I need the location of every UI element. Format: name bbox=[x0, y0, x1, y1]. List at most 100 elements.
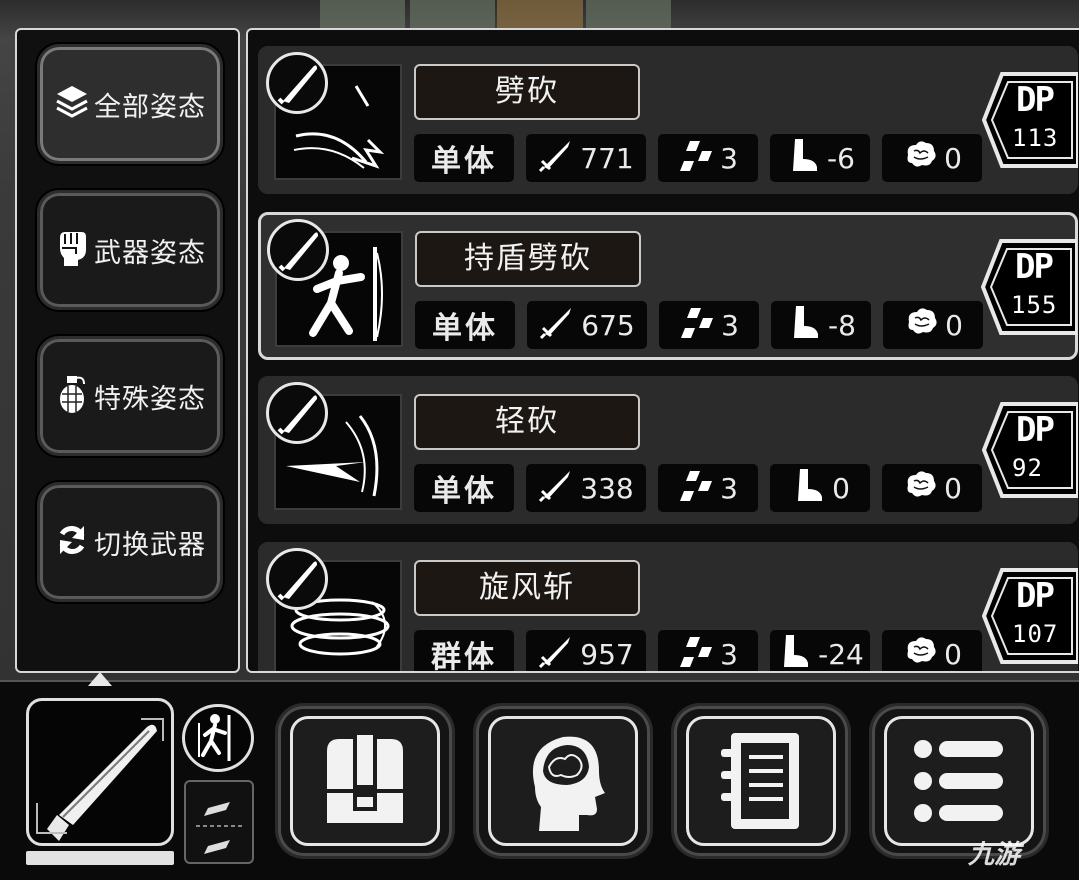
fist-icon bbox=[54, 228, 90, 272]
mind-stat: 0 bbox=[882, 134, 982, 182]
movement-stat: -6 bbox=[770, 134, 870, 182]
damage-value: 675 bbox=[581, 308, 635, 342]
checker-icon bbox=[679, 304, 715, 347]
skill-name: 轻砍 bbox=[414, 394, 640, 450]
hits-value: 3 bbox=[720, 141, 738, 175]
panel-pointer bbox=[88, 672, 112, 686]
background-tile bbox=[320, 0, 405, 28]
damage-value: 338 bbox=[580, 471, 634, 505]
current-stance-indicator[interactable] bbox=[182, 704, 254, 772]
inventory-button[interactable] bbox=[278, 706, 452, 856]
skill-target-type: 单体 bbox=[414, 134, 514, 182]
movement-stat: -24 bbox=[770, 630, 870, 671]
weapon-durability-bar bbox=[26, 851, 174, 865]
stance-label: 武器姿态 bbox=[94, 237, 206, 269]
movement-value: -6 bbox=[827, 141, 855, 175]
brain-icon bbox=[902, 137, 938, 180]
skill-target-type: 群体 bbox=[414, 630, 514, 671]
brain-icon bbox=[902, 467, 938, 510]
machete-icon bbox=[266, 548, 328, 610]
mind-value: 0 bbox=[944, 141, 962, 175]
journal-button[interactable] bbox=[674, 706, 848, 856]
shield-stance-figure-icon bbox=[185, 714, 251, 773]
skill-name: 持盾劈砍 bbox=[415, 231, 641, 287]
sword-icon bbox=[538, 137, 574, 180]
layers-icon bbox=[54, 82, 90, 126]
stance-switch-weapon-button[interactable]: 切换武器 bbox=[37, 482, 223, 602]
background-tile bbox=[497, 0, 583, 28]
brain-icon bbox=[903, 304, 939, 347]
watermark: 九游 bbox=[968, 840, 1021, 870]
damage-value: 957 bbox=[580, 637, 634, 671]
damage-value: 771 bbox=[580, 141, 634, 175]
background-tile bbox=[586, 0, 671, 28]
mind-value: 0 bbox=[945, 308, 963, 342]
dp-value: 92 bbox=[1012, 454, 1043, 482]
mind-stat: 0 bbox=[882, 630, 982, 672]
checker-icon bbox=[678, 137, 714, 180]
dp-value: 113 bbox=[1012, 124, 1059, 152]
mind-stat: 0 bbox=[882, 464, 982, 512]
stance-special-button[interactable]: 特殊姿态 bbox=[37, 336, 223, 456]
machete-icon bbox=[266, 382, 328, 444]
checker-icon bbox=[678, 633, 714, 672]
movement-stat: -8 bbox=[771, 301, 871, 349]
skill-card[interactable]: 持盾劈砍 单体 675 3 -8 0 DP 155 bbox=[258, 212, 1078, 360]
dp-value: 155 bbox=[1011, 291, 1058, 319]
stance-filter-panel: 全部姿态 武器姿态 特殊姿态 切换武器 bbox=[15, 28, 240, 673]
damage-stat: 338 bbox=[526, 464, 646, 512]
boot-icon bbox=[786, 304, 822, 347]
dp-value: 107 bbox=[1012, 620, 1059, 648]
stance-label: 切换武器 bbox=[94, 529, 206, 561]
checker-icon bbox=[678, 467, 714, 510]
boot-icon bbox=[785, 137, 821, 180]
swap-arrows-icon bbox=[54, 520, 90, 564]
stance-weapon-button[interactable]: 武器姿态 bbox=[37, 190, 223, 310]
hits-value: 3 bbox=[721, 308, 739, 342]
damage-stat: 675 bbox=[527, 301, 647, 349]
machete-icon bbox=[267, 219, 329, 281]
mind-button[interactable] bbox=[476, 706, 650, 856]
dp-label: DP bbox=[1016, 80, 1055, 120]
skill-target-type: 单体 bbox=[414, 464, 514, 512]
secondary-slot[interactable] bbox=[184, 780, 254, 864]
skill-card[interactable]: 旋风斩 群体 957 3 -24 0 DP 107 bbox=[258, 542, 1078, 672]
skill-list: 劈砍 单体 771 3 -6 0 DP 113 持盾劈砍 单体 675 3 -8… bbox=[246, 28, 1079, 673]
dp-label: DP bbox=[1016, 576, 1055, 616]
mind-stat: 0 bbox=[883, 301, 983, 349]
dp-cost-badge: DP 155 bbox=[981, 237, 1077, 337]
damage-stat: 957 bbox=[526, 630, 646, 672]
sword-icon bbox=[538, 633, 574, 672]
hits-stat: 3 bbox=[658, 630, 758, 672]
movement-stat: 0 bbox=[770, 464, 870, 512]
brain-icon bbox=[902, 633, 938, 672]
mind-value: 0 bbox=[944, 637, 962, 671]
stance-label: 特殊姿态 bbox=[94, 383, 206, 415]
skill-name: 旋风斩 bbox=[414, 560, 640, 616]
boot-icon bbox=[790, 467, 826, 510]
sword-icon bbox=[538, 467, 574, 510]
hits-stat: 3 bbox=[658, 464, 758, 512]
machete-icon bbox=[29, 718, 171, 847]
skill-card[interactable]: 劈砍 单体 771 3 -6 0 DP 113 bbox=[258, 46, 1078, 194]
mind-value: 0 bbox=[944, 471, 962, 505]
sword-icon bbox=[539, 304, 575, 347]
skill-card[interactable]: 轻砍 单体 338 3 0 0 DP 92 bbox=[258, 376, 1078, 524]
hits-stat: 3 bbox=[659, 301, 759, 349]
hits-value: 3 bbox=[720, 637, 738, 671]
grenade-icon bbox=[54, 374, 90, 418]
skill-target-type: 单体 bbox=[415, 301, 515, 349]
background-tile bbox=[410, 0, 495, 28]
movement-value: -24 bbox=[818, 637, 864, 671]
machete-icon bbox=[266, 52, 328, 114]
stance-all-button[interactable]: 全部姿态 bbox=[37, 44, 223, 164]
skill-name: 劈砍 bbox=[414, 64, 640, 120]
damage-stat: 771 bbox=[526, 134, 646, 182]
dp-cost-badge: DP 92 bbox=[982, 400, 1078, 500]
dp-cost-badge: DP 113 bbox=[982, 70, 1078, 170]
equipped-weapon-slot[interactable] bbox=[26, 698, 174, 846]
dp-cost-badge: DP 107 bbox=[982, 566, 1078, 666]
movement-value: -8 bbox=[828, 308, 856, 342]
stance-label: 全部姿态 bbox=[94, 91, 206, 123]
hits-value: 3 bbox=[720, 471, 738, 505]
